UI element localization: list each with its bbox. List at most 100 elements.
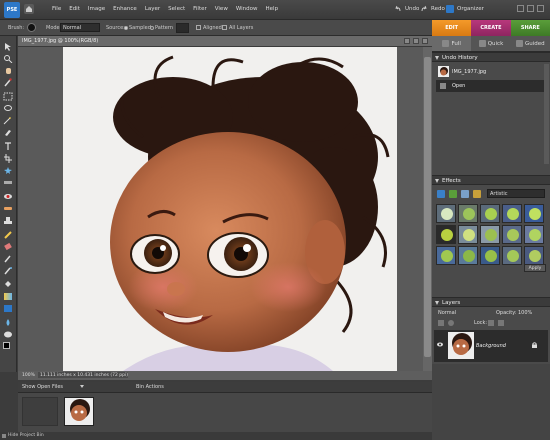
brush-tool-icon[interactable] [3, 254, 13, 263]
eyedropper-tool-icon[interactable] [3, 78, 13, 87]
menu-select[interactable]: Select [168, 6, 185, 12]
source-pattern-radio[interactable]: Pattern [150, 25, 173, 31]
bin-actions[interactable]: Bin Actions [136, 384, 164, 390]
layer-row-background[interactable]: Background [434, 330, 548, 362]
menu-image[interactable]: Image [88, 6, 105, 12]
bin-thumbnail[interactable] [64, 397, 94, 426]
pencil-tool-icon[interactable] [3, 230, 13, 239]
undo-scrollbar[interactable] [544, 64, 549, 164]
undo-item-file[interactable]: IMG_1977.jpg [436, 66, 546, 78]
effect-thumbnail[interactable] [502, 225, 522, 244]
tab-full[interactable]: Full [432, 36, 472, 51]
spot-healing-tool-icon[interactable] [3, 204, 13, 213]
quick-selection-tool-icon[interactable] [3, 128, 13, 137]
home-icon[interactable] [24, 4, 34, 14]
new-layer-icon[interactable] [438, 320, 444, 326]
lasso-tool-icon[interactable] [3, 104, 13, 113]
tab-share[interactable]: SHARE [510, 20, 550, 36]
apply-effect-button[interactable]: Apply [524, 264, 546, 272]
layer-styles-icon[interactable] [449, 190, 457, 198]
effect-thumbnail[interactable] [502, 204, 522, 223]
image-canvas[interactable] [63, 47, 397, 371]
effect-thumbnail[interactable] [458, 204, 478, 223]
magic-wand-tool-icon[interactable] [3, 116, 13, 125]
menu-enhance[interactable]: Enhance [113, 6, 137, 12]
maximize-icon[interactable] [527, 5, 534, 12]
tab-edit[interactable]: EDIT [432, 20, 472, 36]
menu-help[interactable]: Help [266, 6, 279, 12]
filters-icon[interactable] [437, 190, 445, 198]
cookie-cutter-tool-icon[interactable] [3, 166, 13, 175]
aligned-checkbox[interactable]: Aligned [196, 25, 222, 31]
red-eye-tool-icon[interactable] [3, 192, 13, 201]
move-tool-icon[interactable] [3, 42, 13, 51]
effect-thumbnail[interactable] [458, 225, 478, 244]
source-sampled-radio[interactable]: Sampled [124, 25, 151, 31]
effect-thumbnail[interactable] [436, 204, 456, 223]
mode-select[interactable]: Normal [60, 23, 100, 32]
menu-view[interactable]: View [215, 6, 228, 12]
hide-project-bin[interactable]: Hide Project Bin [8, 433, 44, 438]
show-open-files[interactable]: Show Open Files [22, 384, 63, 390]
type-tool-icon[interactable] [3, 142, 13, 151]
effect-thumbnail[interactable] [524, 204, 544, 223]
scroll-thumb[interactable] [424, 57, 431, 357]
foreground-color[interactable] [3, 342, 10, 349]
lock-transparency-icon[interactable] [488, 320, 494, 326]
effect-thumbnail[interactable] [524, 246, 544, 265]
zoom-tool-icon[interactable] [3, 54, 13, 64]
adjustment-layer-icon[interactable] [448, 320, 454, 326]
undo-item-open[interactable]: Open [436, 80, 546, 92]
close-icon[interactable] [537, 5, 544, 12]
undo-history-header[interactable]: Undo History [432, 52, 550, 62]
effect-thumbnail[interactable] [436, 225, 456, 244]
effect-thumbnail[interactable] [480, 246, 500, 265]
brush-preview[interactable] [27, 23, 36, 32]
doc-close-icon[interactable] [422, 38, 428, 44]
effect-thumbnail[interactable] [524, 225, 544, 244]
menu-filter[interactable]: Filter [193, 6, 207, 12]
eraser-tool-icon[interactable] [3, 242, 13, 251]
pattern-swatch[interactable] [176, 23, 189, 33]
gradient-tool-icon[interactable] [3, 292, 13, 301]
hide-bin-icon[interactable] [2, 434, 6, 438]
doc-maximize-icon[interactable] [413, 38, 419, 44]
doc-minimize-icon[interactable] [404, 38, 410, 44]
layers-header[interactable]: Layers [432, 297, 550, 307]
chevron-down-icon[interactable] [80, 385, 84, 388]
redo-button[interactable]: Redo [420, 5, 445, 13]
lock-all-icon[interactable] [498, 320, 504, 326]
effect-thumbnail[interactable] [502, 246, 522, 265]
tab-create[interactable]: CREATE [471, 20, 511, 36]
blur-tool-icon[interactable] [3, 318, 13, 327]
effect-thumbnail[interactable] [436, 246, 456, 265]
all-layers-checkbox[interactable]: All Layers [222, 25, 253, 31]
tab-quick[interactable]: Quick [471, 36, 510, 51]
opacity-value[interactable]: 100% [518, 310, 532, 316]
menu-layer[interactable]: Layer [145, 6, 160, 12]
photo-effects-icon[interactable] [461, 190, 469, 198]
effects-header[interactable]: Effects [432, 175, 550, 185]
menu-window[interactable]: Window [236, 6, 258, 12]
effect-thumbnail[interactable] [458, 246, 478, 265]
straighten-tool-icon[interactable] [3, 178, 13, 187]
organizer-button[interactable]: Organizer [446, 5, 484, 13]
all-effects-icon[interactable] [473, 190, 481, 198]
menu-edit[interactable]: Edit [69, 6, 80, 12]
shape-tool-icon[interactable] [3, 304, 13, 313]
effect-thumbnail[interactable] [480, 204, 500, 223]
color-swatches-icon[interactable] [3, 342, 14, 353]
sponge-tool-icon[interactable] [3, 330, 13, 339]
menu-file[interactable]: File [52, 6, 61, 12]
tab-guided[interactable]: Guided [511, 36, 550, 51]
eye-visibility-icon[interactable] [437, 342, 443, 347]
smart-brush-tool-icon[interactable] [3, 266, 13, 275]
blend-mode-select[interactable]: Normal [438, 310, 456, 316]
minimize-icon[interactable] [517, 5, 524, 12]
hand-tool-icon[interactable] [3, 66, 13, 75]
marquee-tool-icon[interactable] [3, 92, 13, 101]
paint-bucket-tool-icon[interactable] [3, 280, 13, 289]
vertical-scrollbar[interactable] [423, 47, 432, 371]
zoom-readout[interactable]: 100% [22, 373, 35, 378]
effect-thumbnail[interactable] [480, 225, 500, 244]
